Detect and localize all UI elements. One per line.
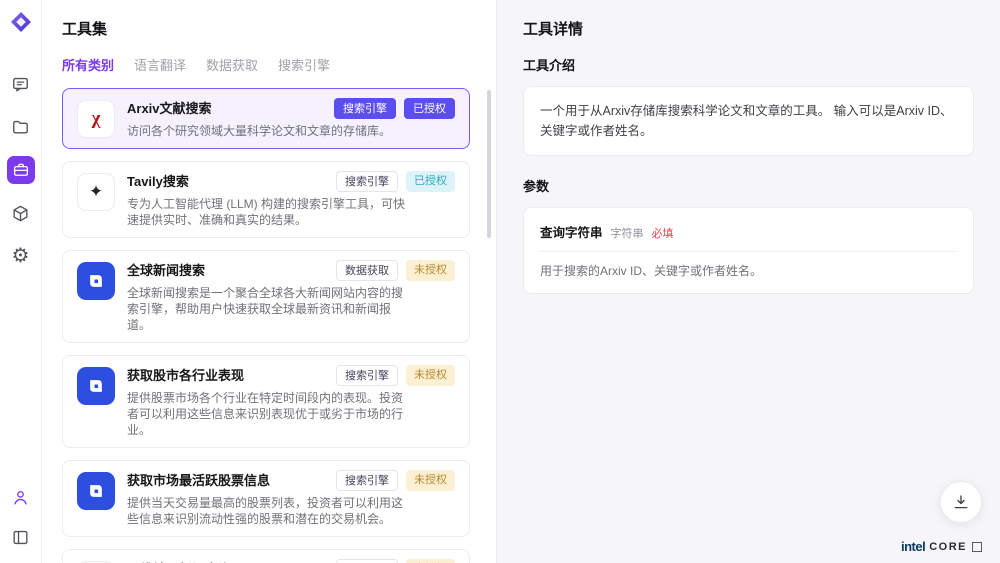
tool-card-body: 万维地区新闻查询搜索引擎未授权查询具体行政区划内的新闻，快速了解各地新闻动 xyxy=(127,559,455,563)
sidebar-toggle-icon[interactable] xyxy=(7,523,35,551)
tool-description: 提供股票市场各个行业在特定时间段内的表现。投资者可以利用这些信息来识别表现优于或… xyxy=(127,390,405,438)
auth-status-badge: 未授权 xyxy=(406,559,455,563)
tool-card[interactable]: ✦ Tavily搜索 搜索引擎已授权专为人工智能代理 (LLM) 构建的搜索引擎工具… xyxy=(62,161,470,238)
package-icon[interactable] xyxy=(7,199,35,227)
tools-panel: 工具集 所有类别语言翻译数据获取搜索引擎 χArxiv文献搜索搜索引擎已授权访问… xyxy=(42,0,497,563)
param-name: 查询字符串 xyxy=(540,222,603,241)
tab-4[interactable]: 搜索引擎 xyxy=(278,55,330,74)
tool-card-body: 获取市场最活跃股票信息 搜索引擎未授权提供当天交易量最高的股票列表，投资者可以利用… xyxy=(127,470,455,527)
params-card: 查询字符串字符串必填用于搜索的Arxiv ID、关键字或作者姓名。 xyxy=(523,207,974,294)
params-section-title: 参数 xyxy=(523,176,974,195)
data-api-logo-icon xyxy=(77,472,115,510)
user-icon[interactable] xyxy=(7,483,35,511)
tool-description: 专为人工智能代理 (LLM) 构建的搜索引擎工具，可快速提供实时、准确和真实的结… xyxy=(127,196,405,228)
tool-card[interactable]: 万维地区新闻查询搜索引擎未授权查询具体行政区划内的新闻，快速了解各地新闻动 xyxy=(62,549,470,563)
param-item: 查询字符串字符串必填用于搜索的Arxiv ID、关键字或作者姓名。 xyxy=(540,222,957,279)
tool-description: 全球新闻搜索是一个聚合全球各大新闻网站内容的搜索引擎，帮助用户快速获取全球最新资… xyxy=(127,285,405,333)
tool-card[interactable]: χ Arxiv文献搜索 搜索引擎已授权访问各个研究领域大量科学论文和文章的存储库。 xyxy=(62,88,470,149)
tool-title: Tavily搜索 xyxy=(127,174,189,190)
auth-status-badge: 未授权 xyxy=(406,365,455,386)
rail-bottom xyxy=(7,483,35,551)
tool-title: 获取市场最活跃股票信息 xyxy=(127,473,270,489)
category-tabs: 所有类别 语言翻译 数据获取 搜索引擎 xyxy=(62,55,482,74)
intel-core-logo: intel CORE xyxy=(901,539,982,554)
auth-status-badge: 已授权 xyxy=(406,171,455,192)
auth-status-badge: 未授权 xyxy=(406,260,455,281)
category-badge: 搜索引擎 xyxy=(336,171,398,192)
tab-3[interactable]: 数据获取 xyxy=(206,55,258,74)
core-wordmark: CORE xyxy=(929,541,967,553)
category-badge: 搜索引擎 xyxy=(334,98,396,119)
intro-section-title: 工具介绍 xyxy=(523,55,974,74)
tool-card[interactable]: 全球新闻搜索 数据获取未授权全球新闻搜索是一个聚合全球各大新闻网站内容的搜索引擎，… xyxy=(62,250,470,343)
category-badge: 搜索引擎 xyxy=(336,365,398,386)
tool-card[interactable]: 获取股市各行业表现 搜索引擎未授权提供股票市场各个行业在特定时间段内的表现。投资者… xyxy=(62,355,470,448)
tool-description: 访问各个研究领域大量科学论文和文章的存储库。 xyxy=(127,123,405,139)
tool-card-body: 获取股市各行业表现 搜索引擎未授权提供股票市场各个行业在特定时间段内的表现。投资者… xyxy=(127,365,455,438)
tools-panel-title: 工具集 xyxy=(62,18,482,39)
tool-card-body: Tavily搜索 搜索引擎已授权专为人工智能代理 (LLM) 构建的搜索引擎工具，… xyxy=(127,171,455,228)
category-badge: 数据获取 xyxy=(336,260,398,281)
tool-card[interactable]: 获取市场最活跃股票信息 搜索引擎未授权提供当天交易量最高的股票列表，投资者可以利用… xyxy=(62,460,470,537)
tool-title: Arxiv文献搜索 xyxy=(127,101,212,117)
tool-description: 提供当天交易量最高的股票列表，投资者可以利用这些信息来识别流动性强的股票和潜在的… xyxy=(127,495,405,527)
param-description: 用于搜索的Arxiv ID、关键字或作者姓名。 xyxy=(540,262,957,279)
tool-intro-text: 一个用于从Arxiv存储库搜索科学论文和文章的工具。 输入可以是Arxiv ID… xyxy=(523,86,974,156)
app-logo-icon[interactable] xyxy=(9,10,33,34)
data-api-logo-icon xyxy=(77,367,115,405)
arxiv-logo-icon: χ xyxy=(77,100,115,138)
tool-title: 全球新闻搜索 xyxy=(127,263,205,279)
param-type: 字符串 xyxy=(611,225,644,241)
param-required-flag: 必填 xyxy=(652,225,674,241)
app-root: ⚙ 工具集 所有类别语言翻译数据获取搜索引擎 χArxiv文献搜索搜索引擎已授权… xyxy=(0,0,1000,563)
intel-wordmark: intel xyxy=(901,539,925,554)
download-button[interactable] xyxy=(940,481,982,523)
details-panel: 工具详情 工具介绍 一个用于从Arxiv存储库搜索科学论文和文章的工具。 输入可… xyxy=(497,0,1000,563)
chat-icon[interactable] xyxy=(7,70,35,98)
briefcase-icon[interactable] xyxy=(7,156,35,184)
settings-gear-icon[interactable]: ⚙ xyxy=(7,242,35,270)
rail-nav: ⚙ xyxy=(7,70,35,270)
tool-card-body: Arxiv文献搜索 搜索引擎已授权访问各个研究领域大量科学论文和文章的存储库。 xyxy=(127,98,455,139)
icon-rail: ⚙ xyxy=(0,0,42,563)
details-panel-title: 工具详情 xyxy=(523,18,974,39)
folder-icon[interactable] xyxy=(7,113,35,141)
data-api-logo-icon xyxy=(77,262,115,300)
tool-card-body: 全球新闻搜索 数据获取未授权全球新闻搜索是一个聚合全球各大新闻网站内容的搜索引擎，… xyxy=(127,260,455,333)
auth-status-badge: 未授权 xyxy=(406,470,455,491)
download-icon xyxy=(952,493,970,511)
auth-status-badge: 已授权 xyxy=(404,98,455,119)
scrollbar-thumb[interactable] xyxy=(487,90,491,238)
tavily-logo-icon: ✦ xyxy=(77,173,115,211)
tab-1[interactable]: 所有类别 xyxy=(62,55,114,74)
category-badge: 搜索引擎 xyxy=(336,470,398,491)
tab-2[interactable]: 语言翻译 xyxy=(134,55,186,74)
core-badge-box-icon xyxy=(972,542,982,552)
category-badge: 搜索引擎 xyxy=(336,559,398,563)
tool-title: 获取股市各行业表现 xyxy=(127,368,244,384)
tool-list: χArxiv文献搜索搜索引擎已授权访问各个研究领域大量科学论文和文章的存储库。✦… xyxy=(62,88,482,563)
